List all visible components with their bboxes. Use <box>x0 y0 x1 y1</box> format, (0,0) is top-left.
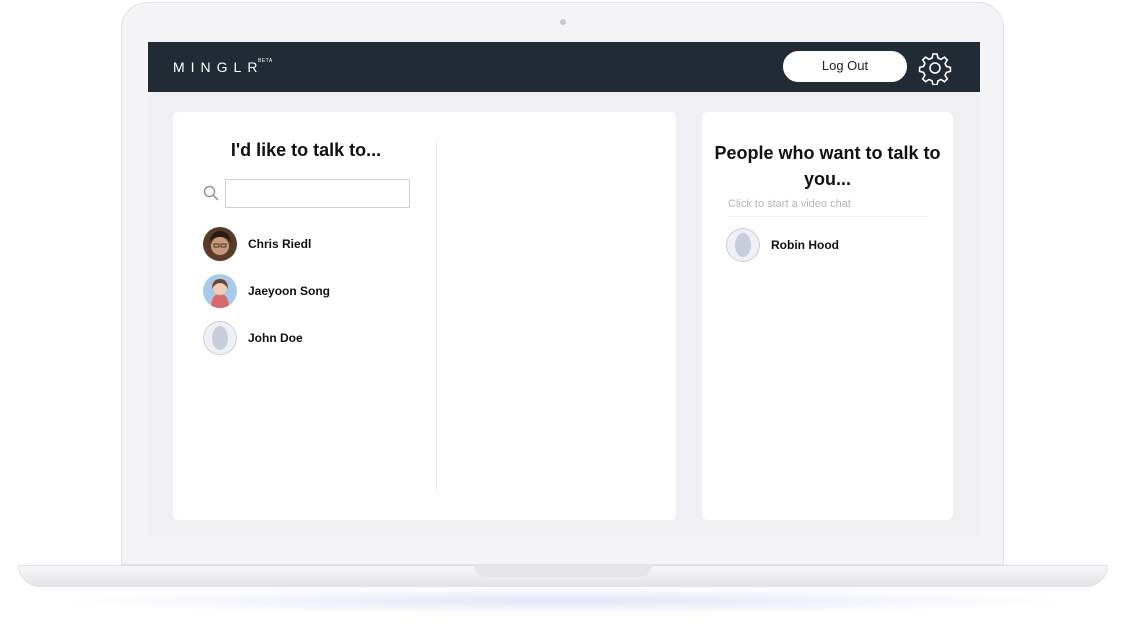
talk-to-title: I'd like to talk to... <box>230 140 382 160</box>
gear-icon[interactable] <box>918 51 952 85</box>
talk-to-panel: I'd like to talk to... Chris Riedl Jaeyo… <box>173 112 676 520</box>
incoming-title: People who want to talk to you... <box>714 143 941 189</box>
beta-badge: BETA <box>258 58 273 64</box>
laptop-shadow <box>60 588 1066 614</box>
request-name: Robin Hood <box>771 238 839 252</box>
app-header: MINGLR BETA Log Out <box>148 42 980 92</box>
laptop-notch <box>474 565 652 577</box>
contact-name: Jaeyoon Song <box>248 284 331 298</box>
avatar <box>203 227 237 261</box>
panel-divider <box>436 138 437 494</box>
app-screen: MINGLR BETA Log Out I'd like to talk to.… <box>148 42 980 536</box>
camera-dot <box>560 19 566 25</box>
contact-name: John Doe <box>248 331 303 345</box>
avatar <box>203 274 237 308</box>
request-item[interactable]: Robin Hood <box>726 228 926 262</box>
default-avatar-icon <box>726 228 760 262</box>
hint-divider <box>728 216 928 217</box>
contact-item[interactable]: John Doe <box>203 321 423 355</box>
contact-item[interactable]: Jaeyoon Song <box>203 274 423 308</box>
default-avatar-icon <box>203 321 237 355</box>
video-chat-hint: Click to start a video chat <box>728 198 851 210</box>
brand-logo: MINGLR <box>173 59 264 75</box>
contact-name: Chris Riedl <box>248 237 312 251</box>
search-icon <box>203 185 219 201</box>
incoming-requests-panel: People who want to talk to you... Click … <box>702 112 953 520</box>
contact-item[interactable]: Chris Riedl <box>203 227 423 261</box>
search-input[interactable] <box>225 179 410 208</box>
logout-button[interactable]: Log Out <box>783 51 907 82</box>
